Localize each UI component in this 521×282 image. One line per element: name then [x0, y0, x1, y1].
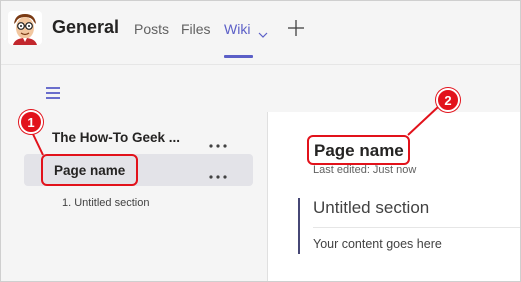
geek-avatar-icon[interactable]	[8, 11, 42, 45]
callout-badge-1: 1	[19, 110, 43, 134]
last-edited-text: Last edited: Just now	[313, 164, 417, 176]
tab-wiki[interactable]: Wiki	[224, 21, 250, 37]
tab-posts[interactable]: Posts	[134, 21, 169, 37]
callout-line	[31, 131, 44, 156]
callout-box-page-name	[41, 154, 138, 186]
sidebar-item-wiki-title[interactable]: The How-To Geek ...	[52, 130, 180, 145]
hamburger-menu-icon[interactable]	[45, 86, 61, 100]
section-heading[interactable]: Untitled section	[313, 198, 429, 218]
more-options-icon[interactable]	[208, 167, 228, 179]
callout-line	[407, 106, 439, 136]
callout-badge-2: 2	[436, 88, 460, 112]
chevron-down-icon[interactable]	[258, 26, 268, 38]
sidebar-section-item[interactable]: 1. Untitled section	[62, 197, 149, 209]
tab-files[interactable]: Files	[181, 21, 211, 37]
active-tab-indicator	[224, 55, 253, 58]
plus-icon[interactable]	[287, 19, 305, 37]
section-accent-bar	[298, 198, 300, 254]
channel-title: General	[52, 17, 120, 37]
section-body[interactable]: Your content goes here	[313, 237, 442, 251]
more-options-icon[interactable]	[208, 136, 228, 148]
section-divider	[313, 227, 521, 228]
callout-box-page-title	[307, 135, 410, 165]
